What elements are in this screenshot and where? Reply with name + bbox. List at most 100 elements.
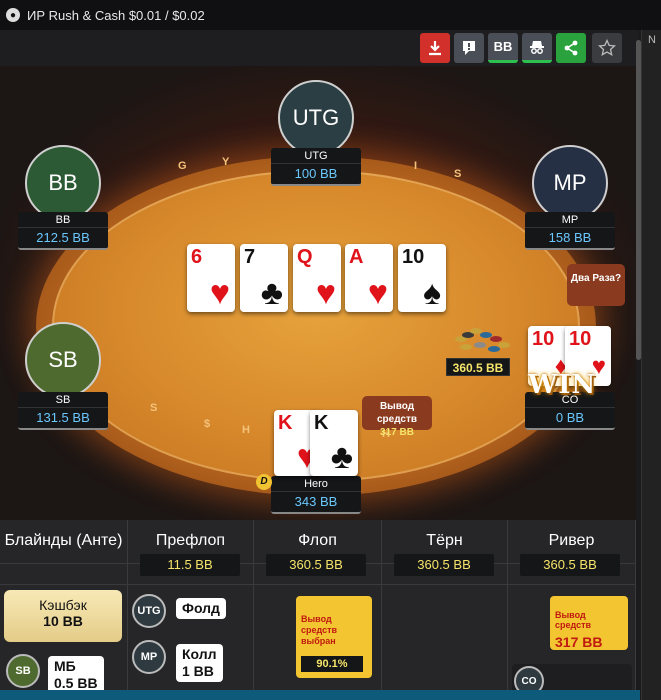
player-name: SB (18, 392, 108, 408)
action-text: Колл (182, 646, 217, 662)
street-pot: 11.5 BB (140, 554, 240, 576)
action-label: Фолд (176, 598, 226, 619)
run-it-twice-bubble[interactable]: Два Раза? (567, 264, 625, 306)
bottom-status-strip (0, 690, 640, 700)
board-card: A ♥ (345, 244, 393, 312)
rim-letter: G (178, 160, 187, 172)
cashout-note: Вывод средств 317 BB (550, 596, 628, 650)
board-card: Q ♥ (293, 244, 341, 312)
player-name: Hero (271, 476, 361, 492)
bb-toggle-button[interactable]: BB (488, 33, 518, 63)
share-button[interactable] (556, 33, 586, 63)
pot-amount: 360.5 BB (446, 358, 510, 376)
player-stack: 100 BB (294, 166, 338, 181)
position-badge-sb: SB (6, 654, 40, 688)
heart-icon: ♥ (315, 274, 336, 312)
card-rank: K (278, 412, 293, 434)
player-stack: 212.5 BB (36, 230, 90, 245)
player-stack: 343 BB (294, 494, 338, 509)
cashback-value: 10 BB (43, 613, 83, 629)
bubble-value: 317 BB (380, 427, 414, 438)
dealer-button-icon: D (256, 474, 272, 490)
note-title: Вывод средств выбран (301, 614, 338, 646)
street-pot: 360.5 BB (520, 554, 620, 576)
action-text: МБ (54, 658, 76, 674)
title-bar: ● ИР Rush & Cash $0.01 / $0.02 (0, 0, 661, 30)
player-stack: 131.5 BB (36, 410, 90, 425)
app-logo-icon: ● (6, 8, 20, 22)
board-card: 10 ♠ (398, 244, 446, 312)
win-badge: WIN (528, 370, 597, 400)
player-plate-bb: BB 212.5 BB (18, 212, 108, 250)
hand-history-panel: Блайнды (Анте) Кэшбэк 10 BB SB МБ 0.5 BB… (0, 520, 636, 700)
heart-icon: ♥ (367, 274, 388, 312)
note-value: 90.1% (301, 656, 363, 672)
player-name: BB (18, 212, 108, 228)
player-name: MP (525, 212, 615, 228)
player-plate-mp: MP 158 BB (525, 212, 615, 250)
card-rank: A (349, 246, 364, 268)
download-icon (429, 41, 441, 56)
card-rank: 10 (569, 328, 592, 350)
position-badge-mp: MP (132, 640, 166, 674)
cashout-note: Вывод средств выбран 90.1% (296, 596, 372, 678)
cashback-title: Кэшбэк (39, 597, 87, 613)
rim-letter: H (242, 424, 250, 436)
toolbar: BB (0, 30, 638, 66)
board-card: 6 ♥ (187, 244, 235, 312)
note-flag-icon (463, 41, 475, 55)
rim-letter: S (454, 168, 462, 180)
note-value: 317 BB (555, 634, 603, 650)
spy-icon (530, 40, 544, 54)
action-label: Колл 1 BB (176, 644, 223, 682)
player-stack: 0 BB (555, 410, 585, 425)
favorite-button[interactable] (592, 33, 622, 63)
card-rank: 7 (244, 246, 256, 268)
player-name: UTG (271, 148, 361, 164)
note-title: Вывод средств (555, 610, 592, 630)
player-stack: 158 BB (548, 230, 592, 245)
action-label: МБ 0.5 BB (48, 656, 104, 694)
player-plate-sb: SB 131.5 BB (18, 392, 108, 430)
cashout-bubble: Вывод средств 317 BB (362, 396, 432, 438)
street-header: Блайнды (Анте) (0, 520, 127, 564)
avatar-bb: BB (25, 145, 101, 221)
star-icon (598, 39, 616, 57)
card-rank: Q (297, 246, 313, 268)
street-column-turn: Тёрн 360.5 BB (382, 520, 508, 700)
street-column-preflop: Префлоп 11.5 BB UTG Фолд MP Колл 1 BB (128, 520, 254, 700)
card-rank: 10 (402, 246, 425, 268)
club-icon: ♣ (260, 274, 283, 312)
note-button[interactable] (454, 33, 484, 63)
rim-letter: Y (222, 156, 230, 168)
bb-label: BB (493, 39, 513, 54)
window-title: ИР Rush & Cash $0.01 / $0.02 (27, 7, 205, 23)
street-column-blinds: Блайнды (Анте) Кэшбэк 10 BB SB МБ 0.5 BB (0, 520, 128, 700)
bubble-text: Два Раза? (570, 273, 622, 284)
rim-letter: S (150, 402, 158, 414)
board-card: 7 ♣ (240, 244, 288, 312)
download-button[interactable] (420, 33, 450, 63)
avatar-utg: UTG (278, 80, 354, 156)
player-plate-utg: UTG 100 BB (271, 148, 361, 186)
street-pot: 360.5 BB (394, 554, 494, 576)
player-plate-hero: Hero 343 BB (271, 476, 361, 514)
bubble-title: Вывод средств (376, 401, 418, 425)
card-rank: 6 (191, 246, 203, 268)
scrollbar[interactable] (636, 40, 641, 360)
position-badge-utg: UTG (132, 594, 166, 628)
heart-icon: ♥ (209, 274, 230, 312)
avatar-mp: MP (532, 145, 608, 221)
side-panel-strip[interactable]: N (641, 30, 661, 700)
street-pot: 360.5 BB (266, 554, 366, 576)
cashback-card[interactable]: Кэшбэк 10 BB (4, 590, 122, 642)
poker-table-area: G Y I S S H S H $ UTG UTG 100 BB BB BB 2… (0, 66, 636, 520)
side-panel-label: N (648, 34, 656, 46)
card-rank: K (314, 412, 329, 434)
card-rank: 10 (532, 328, 555, 350)
avatar-sb: SB (25, 322, 101, 398)
share-icon (564, 40, 578, 56)
anonymous-button[interactable] (522, 33, 552, 63)
rim-letter: I (414, 160, 418, 172)
street-column-river: Ривер 360.5 BB Вывод средств 317 BB CO (508, 520, 636, 700)
